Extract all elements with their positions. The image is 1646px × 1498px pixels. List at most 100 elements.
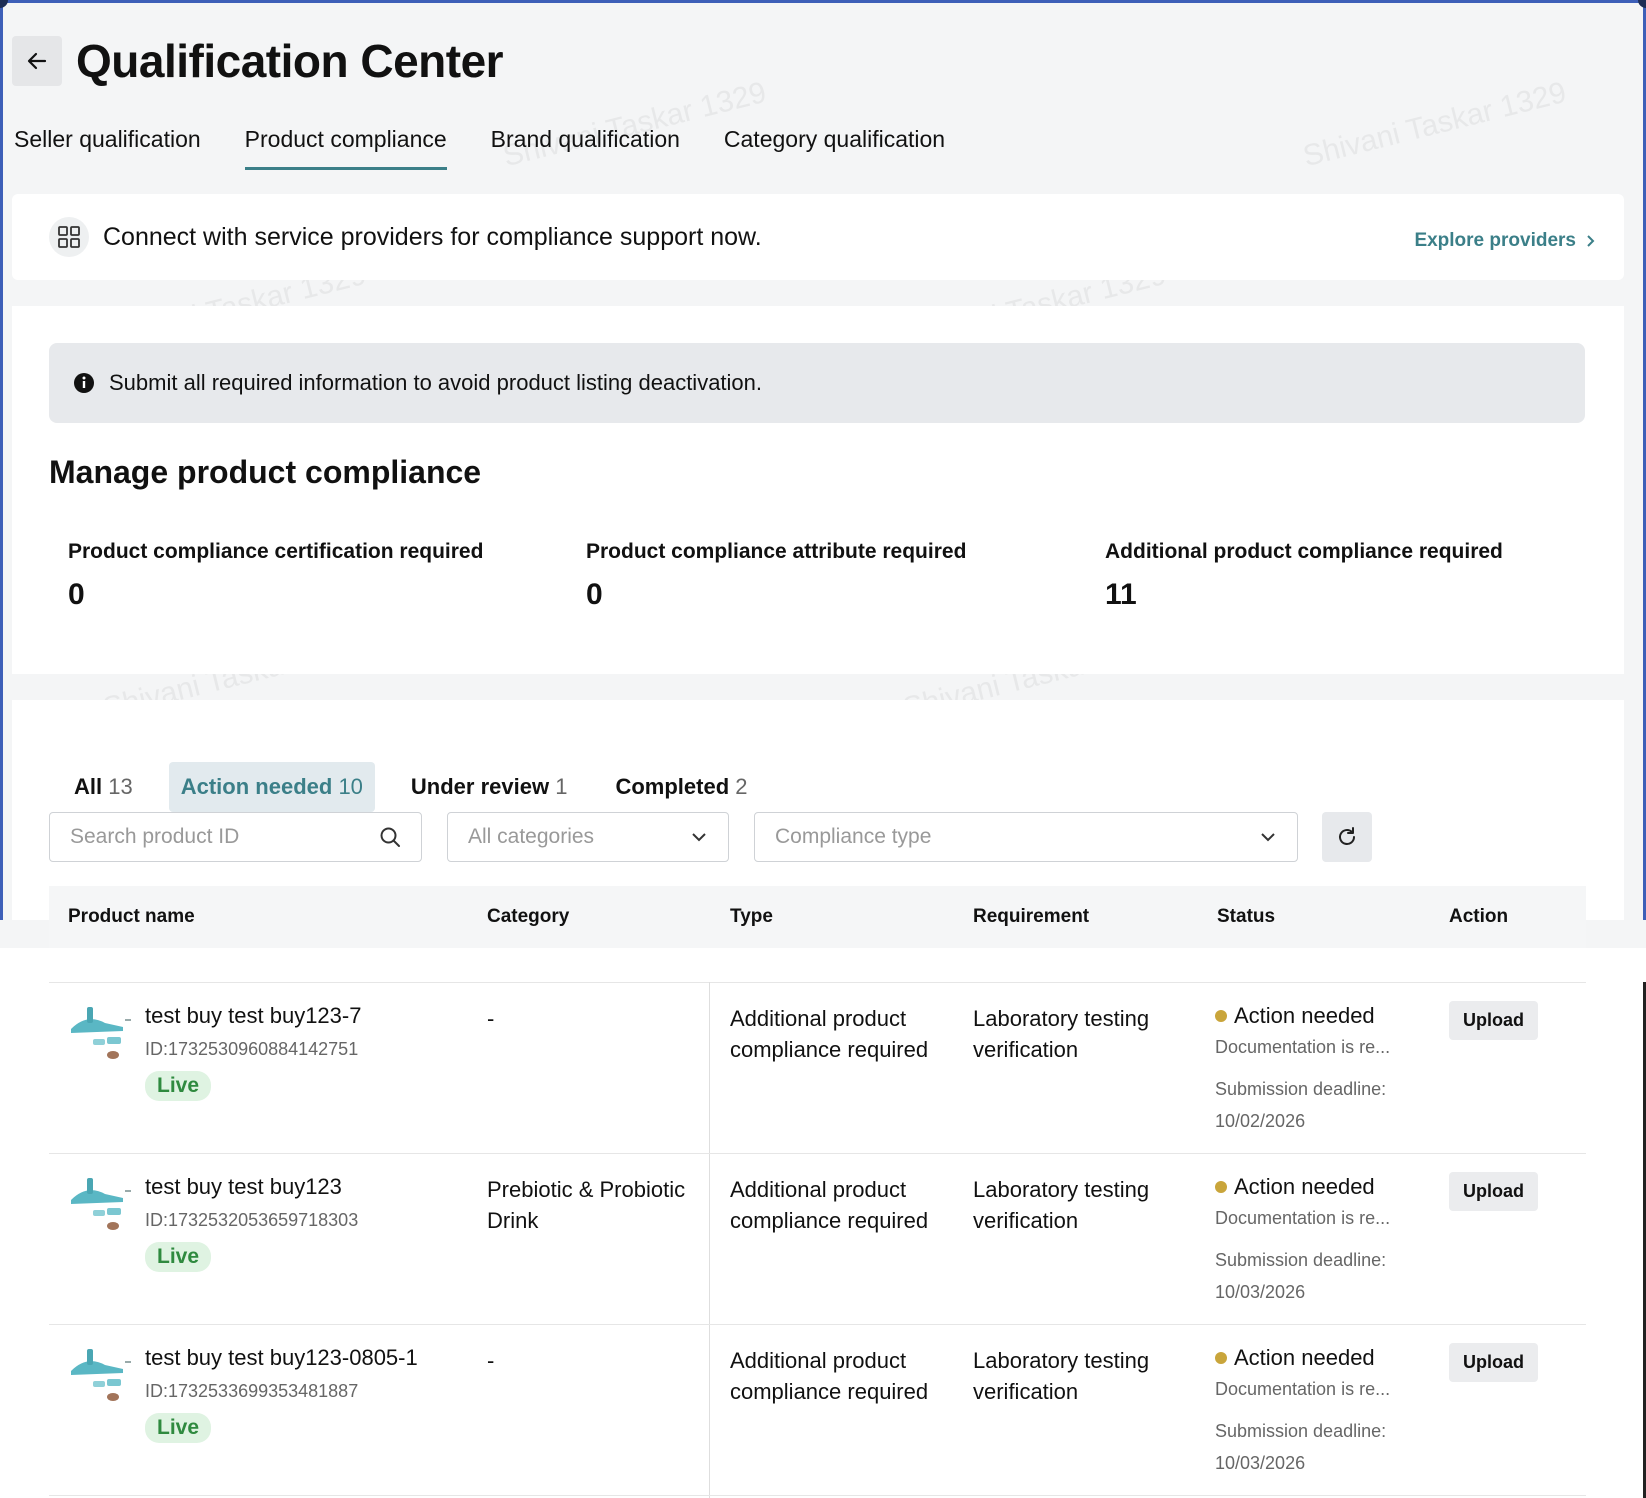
tab-brand-qualification[interactable]: Brand qualification	[491, 126, 680, 170]
product-id: ID:1732532053659718303	[145, 1210, 359, 1230]
deadline-date: 10/03/2026	[1215, 1453, 1306, 1473]
deadline-label: Submission deadline:	[1215, 1250, 1387, 1270]
status-dot	[1215, 1181, 1227, 1193]
product-name[interactable]: test buy test buy123-0805-1	[145, 1345, 418, 1371]
column-header-action: Action	[1449, 906, 1509, 927]
filter-tab-completed[interactable]: Completed 2	[603, 762, 759, 812]
banner-text: Connect with service providers for compl…	[103, 222, 762, 251]
product-id: ID:1732530960884142751	[145, 1039, 359, 1059]
live-badge: Live	[145, 1413, 212, 1443]
product-id: ID:1732533699353481887	[145, 1381, 359, 1401]
category-cell: -	[487, 1006, 495, 1031]
stat-attribute-required: Product compliance attribute required 0	[586, 540, 966, 612]
status-filter-tabs: All 13 Action needed 10 Under review 1 C…	[62, 762, 784, 812]
status-text: Action needed	[1234, 1345, 1375, 1370]
stat-label: Product compliance certification require…	[68, 540, 484, 563]
search-placeholder: Search product ID	[70, 825, 240, 848]
product-thumbnail	[63, 1172, 133, 1234]
table-row: test buy test buy123-0805-1 ID:173253369…	[49, 1325, 1586, 1496]
deadline-label: Submission deadline:	[1215, 1079, 1387, 1099]
stat-label: Additional product compliance required	[1105, 540, 1503, 563]
status-dot	[1215, 1010, 1227, 1022]
explore-providers-label: Explore providers	[1414, 230, 1576, 251]
tab-category-qualification[interactable]: Category qualification	[724, 126, 945, 170]
stat-value: 0	[68, 578, 85, 611]
live-badge: Live	[145, 1242, 212, 1272]
status-indicator: Action needed	[1215, 1174, 1375, 1200]
filter-tab-count: 10	[338, 774, 363, 799]
page-title: Qualification Center	[76, 35, 504, 87]
chevron-down-icon	[692, 833, 706, 842]
type-cell: Additional product compliance required	[730, 1006, 929, 1062]
arrow-left-icon	[27, 52, 47, 70]
filter-tab-all[interactable]: All 13	[62, 762, 145, 812]
stat-value: 0	[586, 578, 603, 611]
tab-seller-qualification[interactable]: Seller qualification	[14, 126, 201, 170]
type-cell: Additional product compliance required	[730, 1177, 929, 1233]
filter-tab-under-review[interactable]: Under review 1	[399, 762, 580, 812]
type-cell: Additional product compliance required	[730, 1348, 929, 1404]
table-body: test buy test buy123-7 ID:17325309608841…	[0, 948, 1646, 1498]
stat-additional-required: Additional product compliance required 1…	[1105, 540, 1503, 612]
frame-handle	[0, 0, 8, 8]
filter-tab-label: Completed	[615, 774, 730, 799]
stat-label: Product compliance attribute required	[586, 540, 967, 563]
refresh-button[interactable]	[1322, 812, 1372, 862]
column-header-category: Category	[487, 906, 570, 927]
status-indicator: Action needed	[1215, 1345, 1375, 1371]
page-header: Qualification Center	[12, 34, 504, 88]
deadline-date: 10/03/2026	[1215, 1282, 1306, 1302]
status-indicator: Action needed	[1215, 1003, 1375, 1029]
compliance-type-placeholder: Compliance type	[775, 825, 932, 848]
section-title: Manage product compliance	[49, 454, 482, 490]
filter-tab-label: All	[74, 774, 103, 799]
status-text: Action needed	[1234, 1003, 1375, 1028]
notice-text: Submit all required information to avoid…	[109, 370, 763, 395]
deadline-label: Submission deadline:	[1215, 1421, 1387, 1441]
status-dot	[1215, 1352, 1227, 1364]
apps-grid-icon	[49, 217, 89, 257]
explore-providers-link[interactable]: Explore providers	[1414, 230, 1598, 252]
chevron-right-icon	[1587, 235, 1595, 247]
requirement-cell: Laboratory testing verification	[973, 1006, 1150, 1062]
frame-handle	[1638, 0, 1646, 8]
deactivation-notice: Submit all required information to avoid…	[49, 343, 1585, 423]
requirement-cell: Laboratory testing verification	[973, 1177, 1150, 1233]
back-button[interactable]	[12, 36, 62, 86]
status-note: Documentation is re...	[1215, 1379, 1391, 1399]
product-name[interactable]: test buy test buy123-7	[145, 1003, 361, 1029]
category-select[interactable]: All categories	[447, 812, 729, 862]
table-row: test buy test buy123-7 ID:17325309608841…	[49, 983, 1586, 1154]
service-provider-banner: Connect with service providers for compl…	[12, 194, 1624, 280]
upload-button[interactable]: Upload	[1449, 1172, 1538, 1211]
watermark: Shivani Taskar 1329	[1299, 75, 1570, 174]
submission-deadline: Submission deadline: 10/03/2026	[1215, 1415, 1386, 1479]
refresh-icon	[1339, 827, 1355, 845]
filter-tab-count: 1	[555, 774, 568, 799]
search-input[interactable]: Search product ID	[49, 812, 422, 862]
qualification-tabs: Seller qualification Product compliance …	[14, 126, 989, 170]
chevron-down-icon	[1261, 833, 1275, 842]
status-text: Action needed	[1234, 1174, 1375, 1199]
tab-product-compliance[interactable]: Product compliance	[244, 126, 447, 170]
category-placeholder: All categories	[468, 825, 595, 848]
stat-value: 11	[1105, 578, 1137, 611]
table-row: test buy test buy123 ID:1732532053659718…	[49, 1154, 1586, 1325]
upload-button[interactable]: Upload	[1449, 1001, 1538, 1040]
product-name[interactable]: test buy test buy123	[145, 1174, 342, 1200]
column-header-type: Type	[730, 906, 773, 927]
category-cell: -	[487, 1348, 495, 1373]
stat-certification-required: Product compliance certification require…	[68, 540, 483, 612]
live-badge: Live	[145, 1071, 212, 1101]
column-header-product-name: Product name	[68, 906, 195, 927]
product-thumbnail	[63, 1001, 133, 1063]
product-thumbnail	[63, 1343, 133, 1405]
column-header-status: Status	[1217, 906, 1276, 927]
filter-tab-label: Under review	[410, 774, 550, 799]
filter-tab-action-needed[interactable]: Action needed 10	[168, 762, 375, 812]
status-note: Documentation is re...	[1215, 1208, 1391, 1228]
filter-tab-count: 2	[735, 774, 748, 799]
filter-tab-count: 13	[108, 774, 133, 799]
upload-button[interactable]: Upload	[1449, 1343, 1538, 1382]
compliance-type-select[interactable]: Compliance type	[754, 812, 1298, 862]
